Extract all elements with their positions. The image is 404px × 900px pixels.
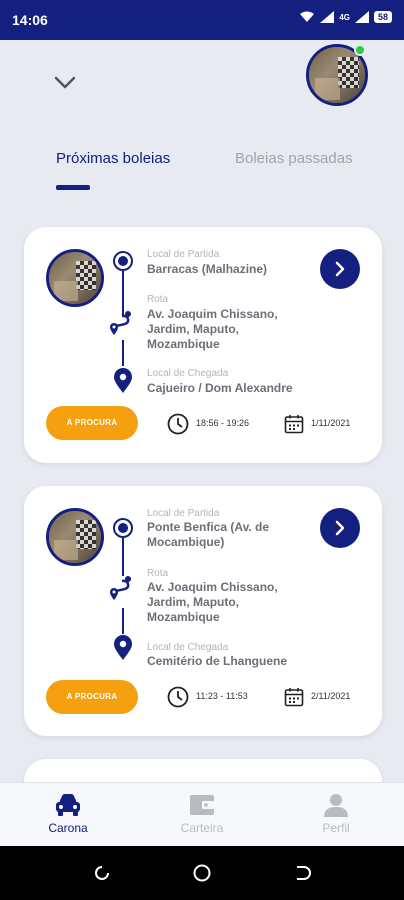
nav-label-carteira: Carteira [180,821,224,835]
recents-icon[interactable] [92,863,112,883]
nav-item-carona[interactable]: Carona [28,793,108,835]
ride-card[interactable]: Local de Partida Barracas (Malhazine) Ro… [24,227,382,463]
arrival-label: Local de Chegada [147,368,229,379]
chevron-down-icon[interactable] [52,70,78,96]
signal-icon [320,11,335,23]
ride-card[interactable]: Local de Partida Ponte Benfica (Av. de M… [24,486,382,736]
driver-avatar [46,508,104,566]
chevron-right-icon [335,261,345,277]
clock-icon [167,686,189,708]
system-navigation-bar [0,846,404,900]
route-icon [110,311,131,335]
calendar-icon [284,688,304,707]
chevron-right-icon [335,520,345,536]
signal-icon-2 [354,11,369,23]
route-icon [110,576,131,600]
wallet-icon [190,795,214,815]
tab-upcoming-rides[interactable]: Próximas boleias [56,150,170,167]
timeline-line [122,608,124,634]
route-value: Av. Joaquim Chissano, Jardim, Maputo, Mo… [147,307,278,351]
person-icon [324,794,348,817]
departure-value: Barracas (Malhazine) [147,262,268,276]
departure-dot-icon [113,251,133,271]
ride-details-button[interactable] [320,508,360,548]
departure-dot-icon [113,518,133,538]
route-label: Rota [147,568,169,579]
clock-icon [167,413,189,435]
departure-label: Local de Partida [147,249,220,260]
nav-item-perfil[interactable]: Perfil [296,793,376,835]
timeline-line [122,538,124,576]
nav-label-perfil: Perfil [322,821,350,835]
ride-time: 11:23 - 11:53 [196,691,248,701]
route-value: Av. Joaquim Chissano, Jardim, Maputo, Mo… [147,580,278,624]
route-label: Rota [147,294,169,305]
status-icons: 4G 58 [299,11,392,23]
nav-label-carona: Carona [48,821,88,835]
calendar-icon [284,415,304,434]
arrival-label: Local de Chegada [147,642,229,653]
timeline-line [122,340,124,366]
home-icon[interactable] [192,863,212,883]
arrival-pin-icon [114,368,132,393]
back-icon[interactable] [292,863,312,883]
nav-item-carteira[interactable]: Carteira [162,793,242,835]
status-button[interactable]: A PROCURA [46,406,138,440]
status-button[interactable]: A PROCURA [46,680,138,714]
ride-details-button[interactable] [320,249,360,289]
online-status-dot [354,44,366,56]
departure-value: Ponte Benfica (Av. de Mocambique) [147,520,270,549]
active-tab-indicator [56,185,90,190]
ride-date: 2/11/2021 [311,691,351,701]
tab-past-rides[interactable]: Boleias passadas [235,150,353,167]
battery-icon: 58 [373,11,392,23]
driver-avatar [46,249,104,307]
departure-label: Local de Partida [147,508,220,519]
wifi-icon [300,11,315,22]
ride-time: 18:56 - 19:26 [196,418,250,428]
ride-date: 1/11/2021 [311,418,351,428]
car-icon [56,794,80,816]
status-time: 14:06 [12,12,48,28]
status-bar: 14:06 4G 58 [0,0,404,40]
arrival-value: Cajueiro / Dom Alexandre [147,381,293,395]
network-type: 4G [339,12,350,22]
bottom-navigation: Carona Carteira Perfil [0,782,404,846]
arrival-pin-icon [114,635,132,660]
arrival-value: Cemitério de Lhanguene [147,654,288,668]
